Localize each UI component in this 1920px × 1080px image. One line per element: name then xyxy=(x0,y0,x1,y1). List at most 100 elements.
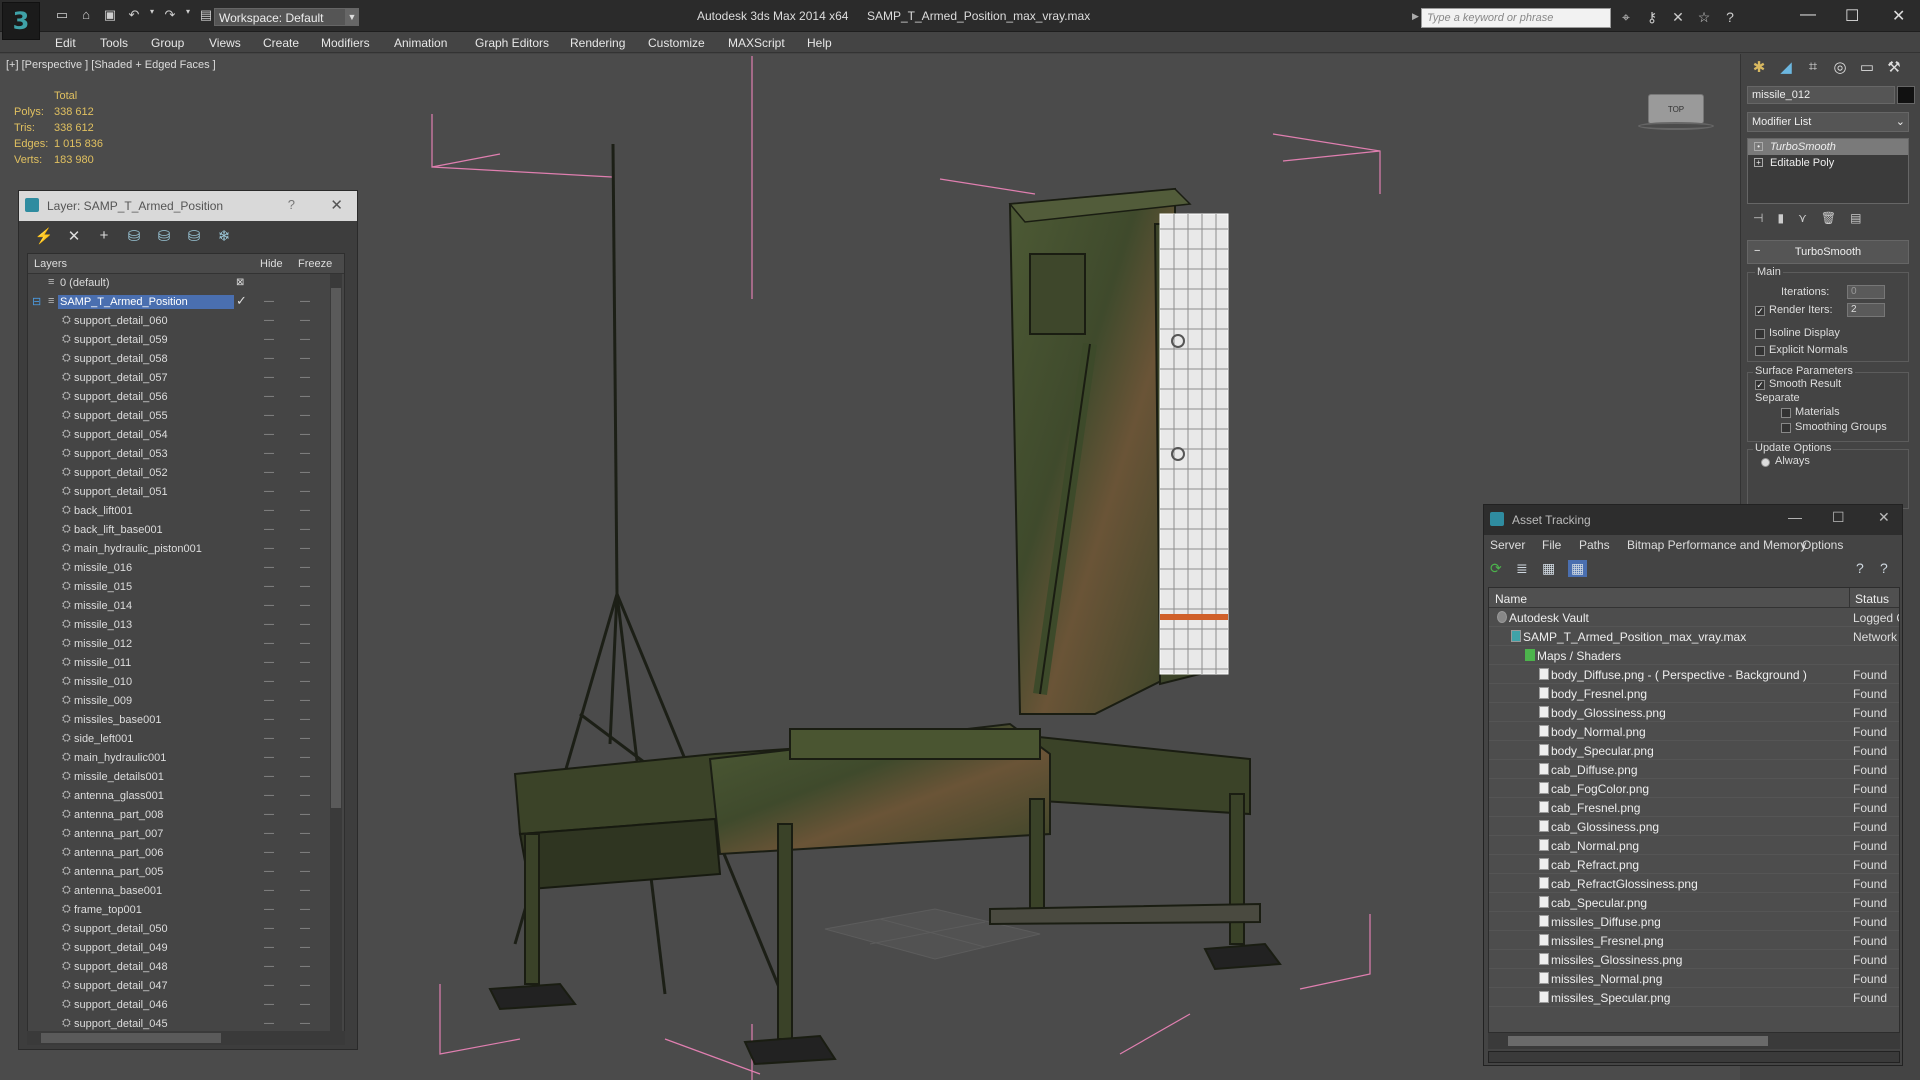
help-icon[interactable]: ? xyxy=(1720,9,1740,26)
layer-object-row[interactable]: ⛭ missile_011 — — xyxy=(28,654,344,673)
hide-toggle[interactable]: — xyxy=(264,505,274,516)
hide-toggle[interactable]: — xyxy=(264,980,274,991)
hide-toggle[interactable]: — xyxy=(264,866,274,877)
layer-object-row[interactable]: ⛭ support_detail_051 — — xyxy=(28,483,344,502)
stack-item-turbosmooth[interactable]: • TurboSmooth xyxy=(1748,139,1908,155)
help-icon[interactable]: ? xyxy=(288,197,295,212)
hide-toggle[interactable]: — xyxy=(264,429,274,440)
asset-row[interactable]: cab_Glossiness.png Found xyxy=(1489,817,1899,836)
current-layer-checkbox-icon[interactable]: ⊠ xyxy=(236,277,244,288)
freeze-toggle[interactable]: — xyxy=(300,353,310,364)
asset-row[interactable]: missiles_Normal.png Found xyxy=(1489,969,1899,988)
asset-row[interactable]: SAMP_T_Armed_Position_max_vray.max Networ… xyxy=(1489,627,1899,646)
table-view-icon[interactable]: ▦ xyxy=(1568,560,1588,577)
layer-object-row[interactable]: ⛭ antenna_base001 — — xyxy=(28,882,344,901)
hide-toggle[interactable]: — xyxy=(264,999,274,1010)
chevron-down-icon[interactable]: ▼ xyxy=(345,8,359,26)
new-file-icon[interactable]: ▭ xyxy=(52,7,72,23)
asset-horizontal-scrollbar[interactable] xyxy=(1488,1033,1900,1049)
freeze-toggle[interactable]: — xyxy=(300,961,310,972)
always-radio[interactable] xyxy=(1761,458,1770,467)
freeze-toggle[interactable]: — xyxy=(300,771,310,782)
maximize-icon[interactable]: ☐ xyxy=(1845,6,1859,26)
list-view-icon[interactable]: ≣ xyxy=(1516,560,1528,577)
layer-object-row[interactable]: ⛭ main_hydraulic_piston001 — — xyxy=(28,540,344,559)
freeze-toggle[interactable]: — xyxy=(300,600,310,611)
menu-maxscript[interactable]: MAXScript xyxy=(728,36,785,50)
menu-customize[interactable]: Customize xyxy=(648,36,705,50)
column-status[interactable]: Status xyxy=(1849,588,1889,608)
layer-object-row[interactable]: ⛭ back_lift_base001 — — xyxy=(28,521,344,540)
hide-toggle[interactable]: — xyxy=(264,1018,274,1029)
communication-icon[interactable]: ✕ xyxy=(1668,9,1688,26)
layer-object-row[interactable]: ⛭ support_detail_046 — — xyxy=(28,996,344,1015)
hide-toggle[interactable]: — xyxy=(264,790,274,801)
layer-object-row[interactable]: ⛭ support_detail_053 — — xyxy=(28,445,344,464)
freeze-toggle[interactable]: — xyxy=(300,505,310,516)
freeze-toggle[interactable]: — xyxy=(300,790,310,801)
scrollbar-thumb[interactable] xyxy=(331,288,341,808)
freeze-toggle[interactable]: — xyxy=(300,1018,310,1029)
layer-object-row[interactable]: ⛭ missiles_base001 — — xyxy=(28,711,344,730)
refresh-icon[interactable]: ⟳ xyxy=(1490,560,1502,577)
layer-object-row[interactable]: ⛭ main_hydraulic001 — — xyxy=(28,749,344,768)
freeze-toggle[interactable]: — xyxy=(300,714,310,725)
asset-row[interactable]: body_Specular.png Found xyxy=(1489,741,1899,760)
scrollbar-thumb[interactable] xyxy=(1508,1036,1768,1046)
freeze-toggle[interactable]: — xyxy=(300,448,310,459)
freeze-toggle[interactable]: — xyxy=(300,296,310,307)
layer-object-row[interactable]: ⛭ support_detail_057 — — xyxy=(28,369,344,388)
menu-rendering[interactable]: Rendering xyxy=(570,36,625,50)
hide-toggle[interactable]: — xyxy=(264,543,274,554)
layer-object-row[interactable]: ⛭ support_detail_054 — — xyxy=(28,426,344,445)
layer-object-row[interactable]: ⛭ missile_012 — — xyxy=(28,635,344,654)
hide-toggle[interactable]: — xyxy=(264,961,274,972)
hide-toggle[interactable]: — xyxy=(264,353,274,364)
asset-row[interactable]: missiles_Specular.png Found xyxy=(1489,988,1899,1007)
freeze-toggle[interactable]: — xyxy=(300,429,310,440)
layer-object-row[interactable]: ⛭ missile_details001 — — xyxy=(28,768,344,787)
menu-create[interactable]: Create xyxy=(263,36,299,50)
layer-row-active[interactable]: ⊟ ≡ SAMP_T_Armed_Position ✓ — — xyxy=(28,293,344,312)
display-tab-icon[interactable]: ▭ xyxy=(1855,58,1879,78)
delete-layer-icon[interactable]: ✕ xyxy=(63,227,85,247)
asset-row[interactable]: Maps / Shaders xyxy=(1489,646,1899,665)
layer-object-row[interactable]: ⛭ missile_009 — — xyxy=(28,692,344,711)
menu-paths[interactable]: Paths xyxy=(1579,538,1610,552)
create-tab-icon[interactable]: ✱ xyxy=(1747,58,1771,78)
menu-options[interactable]: Options xyxy=(1802,538,1843,552)
object-color-swatch[interactable] xyxy=(1897,86,1915,104)
freeze-toggle[interactable]: — xyxy=(300,581,310,592)
key-icon[interactable]: ⚷ xyxy=(1642,9,1662,26)
motion-tab-icon[interactable]: ◎ xyxy=(1828,58,1852,78)
separate-materials-checkbox[interactable] xyxy=(1781,408,1791,418)
redo-icon[interactable]: ↷ xyxy=(160,7,180,23)
pin-stack-icon[interactable]: ⊣ xyxy=(1753,211,1763,231)
layer-object-row[interactable]: ⛭ support_detail_052 — — xyxy=(28,464,344,483)
layer-vertical-scrollbar[interactable] xyxy=(330,274,342,1032)
column-hide[interactable]: Hide xyxy=(260,258,283,270)
menu-file[interactable]: File xyxy=(1542,538,1561,552)
layer-object-row[interactable]: ⛭ antenna_glass001 — — xyxy=(28,787,344,806)
freeze-toggle[interactable]: — xyxy=(300,885,310,896)
minimize-icon[interactable]: — xyxy=(1788,509,1802,525)
add-to-layer-icon[interactable]: + xyxy=(93,227,115,247)
layer-object-row[interactable]: ⛭ support_detail_058 — — xyxy=(28,350,344,369)
hide-toggle[interactable]: — xyxy=(264,619,274,630)
remove-modifier-icon[interactable]: 🗑 xyxy=(1821,211,1836,231)
iterations-spinner[interactable]: 0 xyxy=(1847,285,1885,299)
asset-row[interactable]: cab_Refract.png Found xyxy=(1489,855,1899,874)
smooth-result-checkbox[interactable]: ✓ xyxy=(1755,380,1765,390)
layer-object-row[interactable]: ⛭ support_detail_050 — — xyxy=(28,920,344,939)
layer-row-default[interactable]: ≡ 0 (default) ⊠ xyxy=(28,274,344,293)
save-file-icon[interactable]: ▣ xyxy=(100,7,120,23)
hide-toggle[interactable]: — xyxy=(264,600,274,611)
create-layer-icon[interactable]: ⚡ xyxy=(33,227,55,247)
hide-toggle[interactable]: — xyxy=(264,847,274,858)
freeze-toggle[interactable]: — xyxy=(300,315,310,326)
freeze-toggle[interactable]: — xyxy=(300,334,310,345)
menu-views[interactable]: Views xyxy=(209,36,241,50)
freeze-toggle[interactable]: — xyxy=(300,923,310,934)
freeze-toggle[interactable]: — xyxy=(300,657,310,668)
hide-toggle[interactable]: — xyxy=(264,581,274,592)
